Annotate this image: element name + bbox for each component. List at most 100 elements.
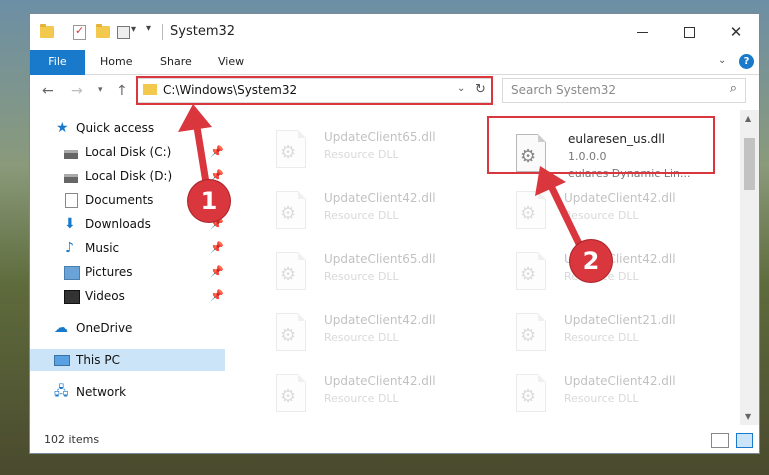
file-type: Resource DLL: [564, 392, 639, 405]
tab-share[interactable]: Share: [160, 50, 192, 74]
file-item[interactable]: ⚙ UpdateClient42.dll Resource DLL: [492, 185, 722, 241]
back-arrow-icon[interactable]: ←: [42, 83, 54, 99]
vertical-scrollbar[interactable]: ▲ ▼: [740, 110, 759, 425]
sidebar-item-pictures[interactable]: Pictures 📌: [30, 261, 225, 283]
sidebar-item-label: Documents: [85, 193, 154, 207]
scroll-down-icon[interactable]: ▼: [745, 412, 751, 421]
window-title: System32: [170, 24, 236, 39]
view-options-icon[interactable]: [117, 26, 130, 39]
file-item[interactable]: ⚙ UpdateClient42.dll Resource DLL: [252, 307, 482, 363]
details-view-icon[interactable]: [711, 433, 729, 448]
dll-file-icon: ⚙: [276, 252, 306, 290]
star-icon: ★: [56, 120, 69, 136]
search-input[interactable]: Search System32: [511, 83, 616, 97]
file-type: Resource DLL: [564, 331, 639, 344]
address-bar-highlight: [136, 76, 493, 105]
file-item[interactable]: ⚙ UpdateClient42.dll Resource DLL: [492, 368, 722, 424]
disk-icon: [64, 150, 78, 159]
status-bar: 102 items: [30, 428, 759, 453]
recent-locations-icon[interactable]: ▾: [98, 85, 103, 95]
music-icon: ♪: [65, 240, 74, 256]
pin-icon[interactable]: 📌: [210, 285, 224, 307]
dll-file-icon: ⚙: [276, 374, 306, 412]
new-folder-icon[interactable]: [96, 24, 110, 38]
file-item[interactable]: ⚙ UpdateClient42.dll Resource DLL: [252, 185, 482, 241]
sidebar-item-onedrive[interactable]: ☁ OneDrive: [30, 317, 225, 339]
dll-file-icon: ⚙: [516, 252, 546, 290]
step-badge-2: 2: [570, 240, 612, 282]
file-name: UpdateClient42.dll: [324, 374, 436, 388]
downloads-icon: ⬇: [64, 216, 76, 232]
tab-home[interactable]: Home: [100, 50, 132, 74]
file-name: UpdateClient42.dll: [324, 313, 436, 327]
dll-file-icon: ⚙: [276, 130, 306, 168]
sidebar-item-videos[interactable]: Videos 📌: [30, 285, 225, 307]
properties-icon[interactable]: [73, 24, 86, 40]
file-name: UpdateClient65.dll: [324, 130, 436, 144]
sidebar-item-network[interactable]: 🖧 Network: [30, 381, 225, 403]
file-name: UpdateClient65.dll: [324, 252, 436, 266]
search-icon[interactable]: ⌕: [730, 81, 737, 96]
pin-icon[interactable]: 📌: [210, 141, 224, 163]
file-name: UpdateClient21.dll: [564, 313, 676, 327]
navigation-pane: ★ Quick access Local Disk (C:) 📌 Local D…: [30, 110, 225, 425]
tab-view[interactable]: View: [218, 50, 244, 74]
sidebar-item-music[interactable]: ♪ Music 📌: [30, 237, 225, 259]
file-type: Resource DLL: [324, 270, 399, 283]
file-item[interactable]: ⚙ UpdateClient65.dll Resource DLL: [252, 124, 482, 180]
dll-file-icon: ⚙: [276, 313, 306, 351]
close-button[interactable]: ✕: [713, 14, 759, 50]
disk-icon: [64, 174, 78, 183]
sidebar-item-label: Pictures: [85, 265, 133, 279]
minimize-button[interactable]: [620, 14, 666, 50]
sidebar-item-label: Downloads: [85, 217, 151, 231]
maximize-button[interactable]: [666, 14, 712, 50]
step-badge-1: 1: [188, 180, 230, 222]
help-icon[interactable]: ?: [739, 54, 754, 69]
item-count: 102 items: [44, 433, 100, 446]
network-icon: 🖧: [54, 384, 69, 399]
file-item[interactable]: ⚙ UpdateClient42.dll Resource DLL: [252, 368, 482, 424]
sidebar-item-this-pc[interactable]: This PC: [30, 349, 225, 371]
dll-file-icon: ⚙: [516, 313, 546, 351]
folder-icon: [40, 24, 54, 38]
file-item[interactable]: ⚙ UpdateClient65.dll Resource DLL: [252, 246, 482, 302]
scroll-thumb[interactable]: [744, 138, 755, 190]
sidebar-item-label: Quick access: [76, 121, 155, 135]
dll-file-icon: ⚙: [516, 191, 546, 229]
sidebar-item-label: This PC: [76, 353, 120, 367]
sidebar-item-local-disk-c[interactable]: Local Disk (C:) 📌: [30, 141, 225, 163]
sidebar-item-label: Network: [76, 385, 127, 399]
scroll-up-icon[interactable]: ▲: [745, 114, 751, 123]
dll-file-icon: ⚙: [516, 374, 546, 412]
sidebar-item-label: OneDrive: [76, 321, 133, 335]
forward-arrow-icon[interactable]: →: [71, 83, 83, 99]
sidebar-item-label: Music: [85, 241, 120, 255]
title-separator: [162, 24, 163, 40]
pin-icon[interactable]: 📌: [210, 237, 224, 259]
file-name: UpdateClient42.dll: [564, 191, 676, 205]
sidebar-item-quick-access[interactable]: ★ Quick access: [30, 117, 225, 139]
chevron-down-icon[interactable]: ▾: [131, 24, 136, 35]
dll-file-icon: ⚙: [276, 191, 306, 229]
sidebar-item-label: Local Disk (D:): [85, 169, 173, 183]
pc-icon: [54, 355, 70, 366]
file-type: Resource DLL: [324, 392, 399, 405]
file-type: Resource DLL: [324, 148, 399, 161]
customize-quick-access-icon[interactable]: ▾: [146, 23, 151, 34]
pin-icon[interactable]: 📌: [210, 261, 224, 283]
up-arrow-icon[interactable]: ↑: [116, 83, 128, 99]
documents-icon: [65, 193, 78, 208]
search-box[interactable]: Search System32 ⌕: [502, 78, 746, 103]
file-name: UpdateClient42.dll: [564, 374, 676, 388]
file-type: Resource DLL: [324, 209, 399, 222]
title-bar: ▾ ▾ System32 ✕: [30, 14, 759, 50]
large-icons-view-icon[interactable]: [736, 433, 753, 448]
onedrive-icon: ☁: [54, 320, 68, 336]
file-item[interactable]: ⚙ UpdateClient21.dll Resource DLL: [492, 307, 722, 363]
ribbon-tabs: File Home Share View ⌄ ?: [30, 50, 759, 106]
expand-ribbon-icon[interactable]: ⌄: [718, 55, 726, 66]
pictures-icon: [64, 266, 80, 280]
file-highlight: [487, 116, 715, 174]
file-type: Resource DLL: [324, 331, 399, 344]
